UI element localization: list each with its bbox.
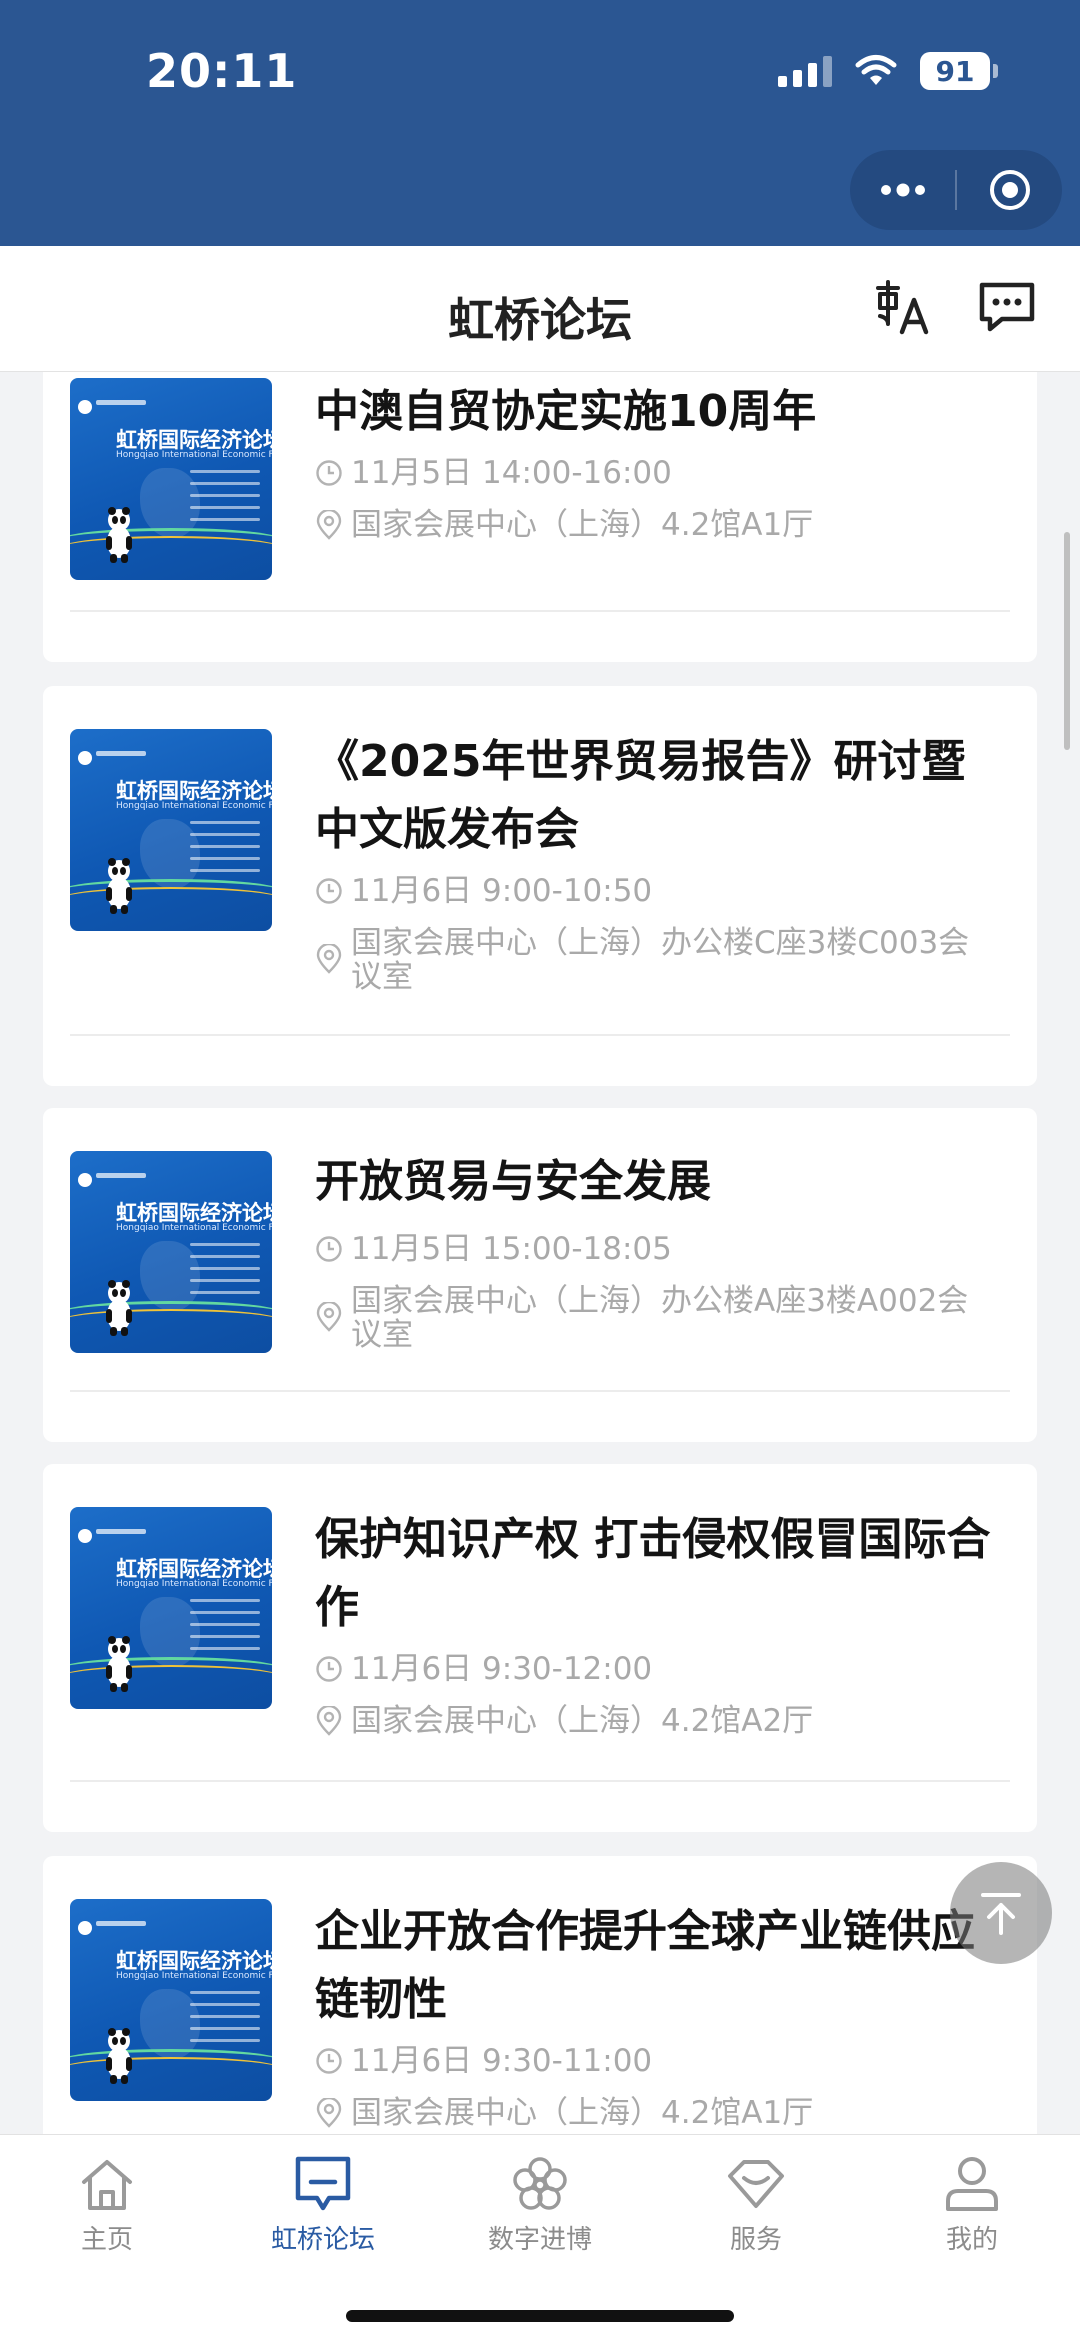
panda-mascot-icon	[106, 1280, 132, 1336]
event-location: 国家会展中心（上海）4.2馆A1厅	[315, 508, 997, 542]
tab-profile[interactable]: 我的	[897, 2151, 1047, 2256]
event-title: 开放贸易与安全发展	[315, 1156, 711, 1207]
card-divider	[70, 1034, 1010, 1036]
message-button[interactable]	[976, 276, 1038, 338]
location-pin-icon	[316, 1706, 342, 1736]
page-header: 虹桥论坛	[0, 246, 1080, 372]
location-pin-icon	[316, 2098, 342, 2128]
event-thumbnail: 虹桥国际经济论坛会 Hongqiao International Economi…	[70, 1899, 272, 2101]
more-button[interactable]	[850, 150, 955, 230]
event-time: 11月6日 9:30-11:00	[315, 2044, 997, 2078]
panda-mascot-icon	[106, 507, 132, 563]
card-divider	[70, 1780, 1010, 1782]
wifi-icon	[855, 55, 897, 85]
clock-icon	[316, 878, 342, 904]
home-icon	[82, 2160, 132, 2210]
event-title: 中澳自贸协定实施10周年	[315, 386, 817, 437]
event-time: 11月6日 9:30-12:00	[315, 1652, 997, 1686]
event-card[interactable]: 虹桥国际经济论坛会 Hongqiao International Economi…	[43, 1464, 1037, 1832]
battery-indicator: 91	[920, 52, 998, 90]
panda-mascot-icon	[106, 1636, 132, 1692]
event-location: 国家会展中心（上海）办公楼C座3楼C003会议室	[315, 926, 997, 994]
event-thumbnail: 虹桥国际经济论坛会 Hongqiao International Economi…	[70, 1507, 272, 1709]
location-pin-icon	[316, 1302, 342, 1332]
close-program-button[interactable]	[957, 150, 1062, 230]
event-time: 11月5日 15:00-18:05	[315, 1232, 997, 1266]
target-circle-icon	[989, 170, 1030, 210]
mini-program-capsule	[850, 150, 1062, 230]
tab-digital-expo[interactable]: 数字进博	[465, 2151, 615, 2256]
message-icon	[979, 282, 1035, 332]
status-icons: 91	[778, 52, 998, 90]
translate-icon	[876, 280, 929, 335]
flower-icon	[513, 2157, 567, 2210]
event-location: 国家会展中心（上海）4.2馆A1厅	[315, 2096, 997, 2130]
event-card[interactable]: 虹桥国际经济论坛会 Hongqiao International Economi…	[43, 686, 1037, 1086]
event-location: 国家会展中心（上海）4.2馆A2厅	[315, 1704, 997, 1738]
panda-mascot-icon	[106, 858, 132, 914]
arrow-up-to-top-icon	[981, 1893, 1021, 1935]
event-time: 11月5日 14:00-16:00	[315, 456, 997, 490]
event-title: 保护知识产权 打击侵权假冒国际合作	[315, 1514, 991, 1633]
event-title: 企业开放合作提升全球产业链供应链韧性	[315, 1906, 975, 2025]
more-dots-icon	[880, 183, 925, 197]
status-bar: 20:11 91	[0, 0, 1080, 246]
clock-icon	[316, 1656, 342, 1682]
back-to-top-button[interactable]	[950, 1862, 1052, 1964]
scrollbar-thumb[interactable]	[1064, 532, 1070, 750]
tab-home[interactable]: 主页	[32, 2151, 182, 2256]
event-card[interactable]: 虹桥国际经济论坛会 Hongqiao International Economi…	[43, 1856, 1037, 2134]
location-pin-icon	[316, 510, 342, 540]
card-divider	[70, 610, 1010, 612]
home-indicator[interactable]	[346, 2310, 734, 2322]
event-location: 国家会展中心（上海）办公楼A座3楼A002会议室	[315, 1284, 997, 1352]
clock-icon	[316, 460, 342, 486]
location-pin-icon	[316, 944, 342, 974]
event-card[interactable]: 虹桥国际经济论坛会 Hongqiao International Economi…	[43, 1108, 1037, 1442]
tab-forum[interactable]: 虹桥论坛	[248, 2151, 398, 2256]
event-card[interactable]: 虹桥国际经济论坛会 Hongqiao International Economi…	[43, 372, 1037, 662]
clock-icon	[316, 2048, 342, 2074]
translate-button[interactable]	[872, 276, 934, 338]
clock-icon	[316, 1236, 342, 1262]
forum-icon	[295, 2156, 351, 2211]
event-thumbnail: 虹桥国际经济论坛会 Hongqiao International Economi…	[70, 378, 272, 580]
event-title: 《2025年世界贸易报告》研讨暨中文版发布会	[315, 736, 966, 855]
event-thumbnail: 虹桥国际经济论坛会 Hongqiao International Economi…	[70, 1151, 272, 1353]
event-thumbnail: 虹桥国际经济论坛会 Hongqiao International Economi…	[70, 729, 272, 931]
cellular-signal-icon	[778, 55, 832, 87]
status-time: 20:11	[146, 44, 298, 98]
card-divider	[70, 1390, 1010, 1392]
service-icon	[728, 2160, 784, 2208]
event-list[interactable]: 虹桥国际经济论坛会 Hongqiao International Economi…	[0, 372, 1080, 2134]
event-time: 11月6日 9:00-10:50	[315, 874, 997, 908]
tab-service[interactable]: 服务	[681, 2151, 831, 2256]
profile-icon	[946, 2157, 998, 2211]
panda-mascot-icon	[106, 2028, 132, 2084]
